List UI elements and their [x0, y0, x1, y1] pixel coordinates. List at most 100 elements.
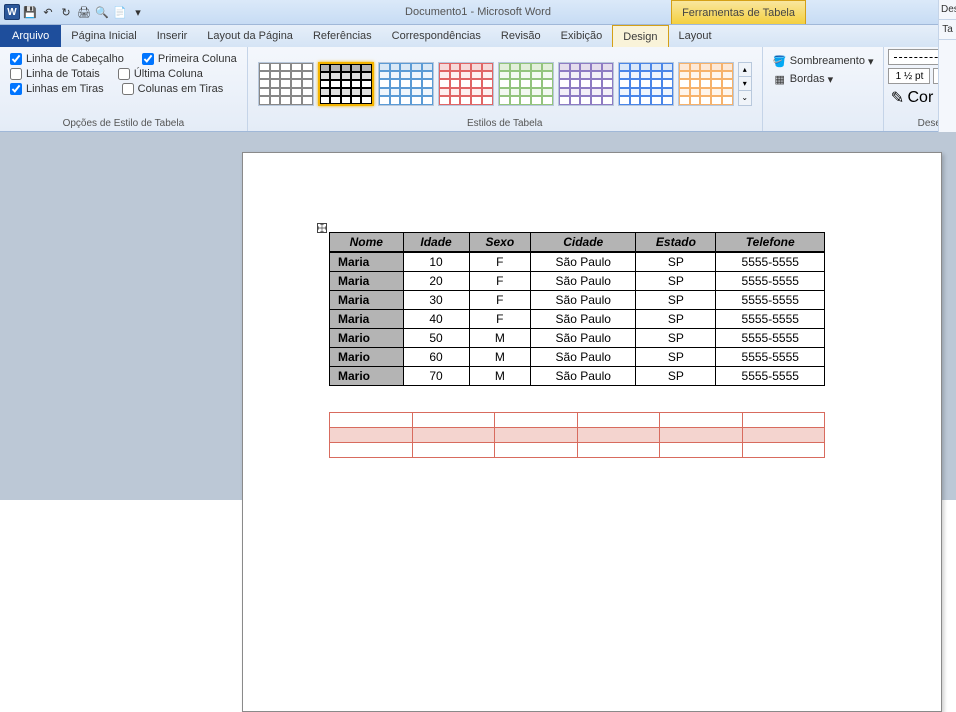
table-cell[interactable]: Mario: [330, 367, 404, 386]
table-style-thumb[interactable]: [438, 62, 494, 106]
tab-página-inicial[interactable]: Página Inicial: [61, 25, 146, 47]
table-cell[interactable]: M: [469, 367, 531, 386]
qat-more-button[interactable]: ▾: [130, 4, 146, 20]
table-row[interactable]: Mario60MSão PauloSP5555-5555: [330, 348, 825, 367]
overflow-b[interactable]: Ta: [939, 20, 956, 40]
opt-banded-cols[interactable]: Colunas em Tiras: [122, 83, 224, 95]
table-cell[interactable]: SP: [636, 310, 716, 329]
table-cell[interactable]: F: [469, 291, 531, 310]
table-cell[interactable]: 60: [403, 348, 469, 367]
table-cell[interactable]: M: [469, 348, 531, 367]
table-cell[interactable]: 5555-5555: [716, 272, 825, 291]
table-style-thumb[interactable]: [558, 62, 614, 106]
opt-header-row[interactable]: Linha de Cabeçalho: [10, 53, 124, 65]
table-cell[interactable]: SP: [636, 272, 716, 291]
table-cell[interactable]: 5555-5555: [716, 291, 825, 310]
table-cell[interactable]: 5555-5555: [716, 367, 825, 386]
table-cell[interactable]: 5555-5555: [716, 310, 825, 329]
table-cell[interactable]: [742, 413, 825, 428]
table-cell[interactable]: SP: [636, 291, 716, 310]
table-cell[interactable]: 30: [403, 291, 469, 310]
table-cell[interactable]: SP: [636, 348, 716, 367]
preview-button[interactable]: 🔍: [94, 4, 110, 20]
table-cell[interactable]: Maria: [330, 310, 404, 329]
table-row[interactable]: Maria20FSão PauloSP5555-5555: [330, 272, 825, 291]
table-cell[interactable]: Mario: [330, 329, 404, 348]
save-button[interactable]: 💾: [22, 4, 38, 20]
table-cell[interactable]: [577, 443, 660, 458]
table-style-thumb[interactable]: [378, 62, 434, 106]
table-cell[interactable]: F: [469, 252, 531, 272]
table-row[interactable]: Maria30FSão PauloSP5555-5555: [330, 291, 825, 310]
table-style-thumb[interactable]: [678, 62, 734, 106]
table-cell[interactable]: [495, 413, 578, 428]
table-style-thumb[interactable]: [618, 62, 674, 106]
table-cell[interactable]: [577, 428, 660, 443]
table-row[interactable]: Mario50MSão PauloSP5555-5555: [330, 329, 825, 348]
table-cell[interactable]: F: [469, 272, 531, 291]
table-row[interactable]: [330, 413, 825, 428]
table-row[interactable]: [330, 428, 825, 443]
table-cell[interactable]: Maria: [330, 252, 404, 272]
pen-weight-selector[interactable]: 1 ½ pt: [888, 68, 930, 84]
table-row[interactable]: Mario70MSão PauloSP5555-5555: [330, 367, 825, 386]
table-cell[interactable]: [495, 443, 578, 458]
tab-correspondências[interactable]: Correspondências: [382, 25, 491, 47]
file-tab[interactable]: Arquivo: [0, 25, 61, 47]
opt-banded-rows[interactable]: Linhas em Tiras: [10, 83, 104, 95]
print-button[interactable]: 🖨: [76, 4, 92, 20]
table-cell[interactable]: 5555-5555: [716, 348, 825, 367]
table-cell[interactable]: [577, 413, 660, 428]
table-cell[interactable]: São Paulo: [531, 252, 636, 272]
content-table[interactable]: NomeIdadeSexoCidadeEstadoTelefone Maria1…: [329, 232, 825, 386]
table-cell[interactable]: [330, 428, 413, 443]
table-cell[interactable]: [660, 443, 743, 458]
tab-exibição[interactable]: Exibição: [551, 25, 613, 47]
table-row[interactable]: Maria10FSão PauloSP5555-5555: [330, 252, 825, 272]
table-style-thumb[interactable]: [318, 62, 374, 106]
table-cell[interactable]: [742, 428, 825, 443]
tab-inserir[interactable]: Inserir: [147, 25, 198, 47]
table-move-handle[interactable]: [317, 223, 327, 233]
table-cell[interactable]: 70: [403, 367, 469, 386]
table-cell[interactable]: [412, 413, 495, 428]
table-cell[interactable]: 10: [403, 252, 469, 272]
table-cell[interactable]: Maria: [330, 272, 404, 291]
opt-last-column[interactable]: Última Coluna: [118, 68, 203, 80]
table-cell[interactable]: [660, 428, 743, 443]
tab-revisão[interactable]: Revisão: [491, 25, 551, 47]
table-cell[interactable]: 5555-5555: [716, 329, 825, 348]
undo-button[interactable]: ↶: [40, 4, 56, 20]
opt-first-column[interactable]: Primeira Coluna: [142, 53, 237, 65]
gallery-scroll[interactable]: ▴▾⌄: [738, 62, 752, 106]
empty-table[interactable]: [329, 412, 825, 458]
table-cell[interactable]: [330, 443, 413, 458]
table-cell[interactable]: SP: [636, 367, 716, 386]
table-cell[interactable]: SP: [636, 252, 716, 272]
table-style-thumb[interactable]: [498, 62, 554, 106]
table-cell[interactable]: M: [469, 329, 531, 348]
redo-button[interactable]: ↻: [58, 4, 74, 20]
table-cell[interactable]: Mario: [330, 348, 404, 367]
table-cell[interactable]: F: [469, 310, 531, 329]
overflow-a[interactable]: Des: [939, 0, 956, 20]
table-cell[interactable]: São Paulo: [531, 329, 636, 348]
table-cell[interactable]: [495, 428, 578, 443]
table-cell[interactable]: SP: [636, 329, 716, 348]
table-cell[interactable]: [742, 443, 825, 458]
table-cell[interactable]: 50: [403, 329, 469, 348]
table-cell[interactable]: 40: [403, 310, 469, 329]
tab-referências[interactable]: Referências: [303, 25, 382, 47]
tab-layout[interactable]: Layout: [669, 25, 722, 47]
table-cell[interactable]: São Paulo: [531, 291, 636, 310]
table-cell[interactable]: Maria: [330, 291, 404, 310]
table-cell[interactable]: [412, 428, 495, 443]
opt-total-row[interactable]: Linha de Totais: [10, 68, 100, 80]
table-row[interactable]: [330, 443, 825, 458]
table-cell[interactable]: [330, 413, 413, 428]
table-cell[interactable]: 20: [403, 272, 469, 291]
tab-design[interactable]: Design: [612, 25, 668, 47]
table-cell[interactable]: São Paulo: [531, 367, 636, 386]
new-button[interactable]: 📄: [112, 4, 128, 20]
table-cell[interactable]: 5555-5555: [716, 252, 825, 272]
